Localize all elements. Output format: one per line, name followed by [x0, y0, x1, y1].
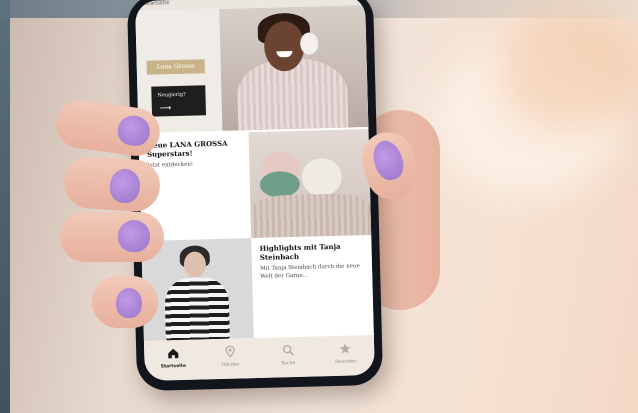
- nav-label-search: Suche: [281, 361, 296, 367]
- bottom-nav: Startseite Händler Suche Favoriten: [143, 334, 375, 381]
- nav-item-search[interactable]: Suche: [265, 343, 312, 367]
- fingernail: [118, 220, 150, 252]
- yarn-image[interactable]: [248, 129, 372, 239]
- finger-ring: [60, 212, 164, 262]
- background-edge: [0, 0, 10, 413]
- tile-highlights-title: Highlights mit Tanja Steinbach: [259, 241, 341, 262]
- app-screen: Startseite Lana Grossa Neugierig? ⟶ Neue…: [135, 0, 375, 381]
- map-pin-icon: [223, 345, 237, 359]
- nav-item-favorites[interactable]: Favoriten: [322, 341, 369, 365]
- phone: Startseite Lana Grossa Neugierig? ⟶ Neue…: [126, 0, 384, 392]
- fingernail: [116, 288, 142, 318]
- fingernail: [115, 113, 152, 148]
- nav-item-dealers[interactable]: Händler: [207, 344, 254, 368]
- hero-cta-label: Neugierig?: [157, 91, 186, 99]
- star-icon: [338, 342, 352, 356]
- tile-superstars-title: Neue LANA GROSSA Superstars!: [146, 138, 228, 159]
- tile-highlights[interactable]: Highlights mit Tanja Steinbach Mit Tanja…: [251, 234, 374, 339]
- knit-texture: [250, 192, 372, 239]
- nav-label-dealers: Händler: [221, 362, 240, 368]
- brand-tag: Lana Grossa: [146, 59, 205, 75]
- home-icon: [166, 346, 180, 360]
- hero-earmuff: [299, 32, 319, 55]
- portrait-striped-shirt: [164, 276, 230, 341]
- hero-banner[interactable]: Lana Grossa Neugierig? ⟶: [135, 5, 369, 134]
- nav-label-favorites: Favoriten: [335, 359, 357, 365]
- thumbnail: [368, 136, 408, 184]
- fingernail: [108, 167, 142, 204]
- tile-superstars-subtitle: Jetzt entdecken!: [147, 161, 194, 169]
- nav-label-home: Startseite: [160, 363, 187, 370]
- yarn-ball-cream: [301, 157, 343, 197]
- portrait-head: [183, 251, 207, 278]
- hero-cta-button[interactable]: Neugierig? ⟶: [151, 85, 207, 117]
- finger-little: [92, 276, 158, 328]
- tile-highlights-subtitle: Mit Tanja Steinbach durch die neue Welt …: [259, 263, 360, 280]
- background-blur-peach: [500, 10, 638, 130]
- arrow-right-icon: ⟶: [159, 103, 172, 113]
- nav-item-home[interactable]: Startseite: [150, 346, 197, 370]
- portrait-image[interactable]: [141, 238, 254, 341]
- yarn-ball-green: [259, 170, 301, 198]
- search-icon: [281, 343, 295, 357]
- hero-photo: [219, 5, 369, 134]
- finger-middle: [62, 154, 162, 214]
